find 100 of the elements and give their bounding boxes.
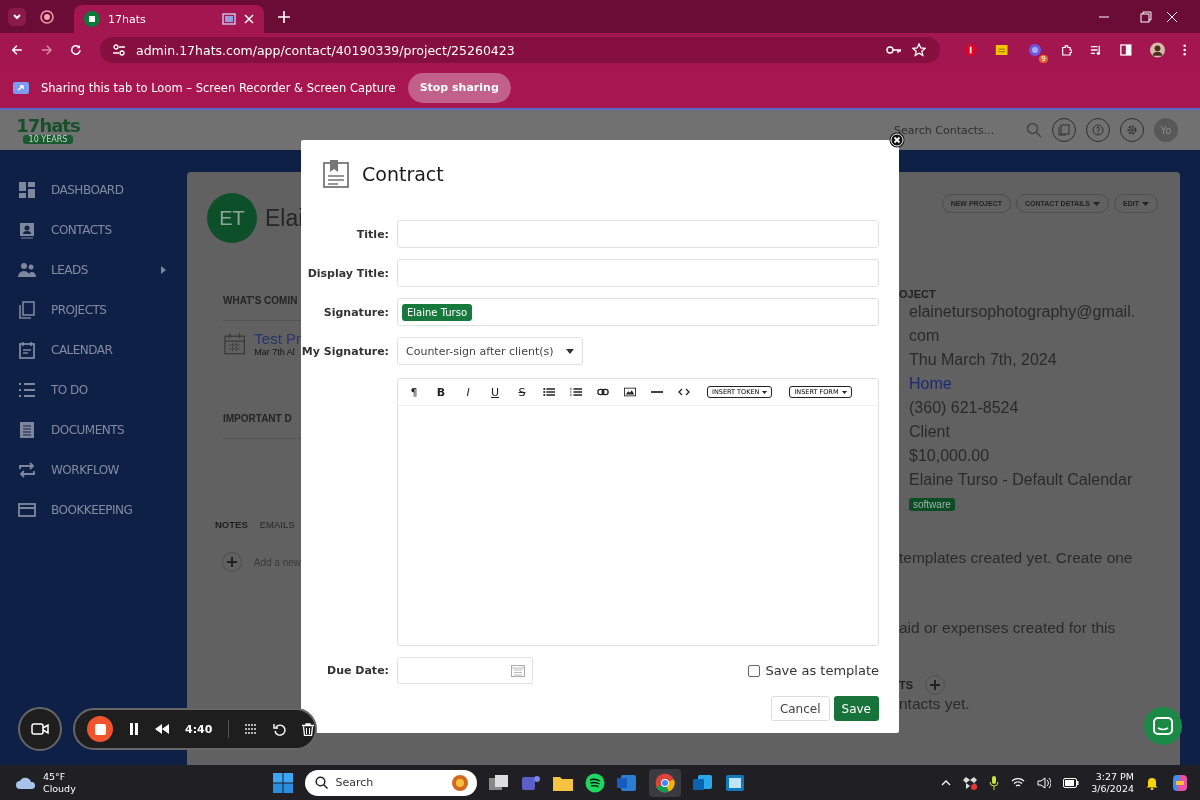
caret-icon [565, 348, 574, 354]
format-button[interactable]: B [435, 385, 447, 399]
browser-tab[interactable]: 17hats [74, 5, 264, 33]
detail-text: (360) 621-8524 [909, 398, 1020, 418]
calculator-app-icon[interactable] [724, 773, 745, 792]
reload-icon[interactable] [70, 43, 82, 57]
bookmark-star-icon[interactable] [912, 43, 926, 57]
restart-icon[interactable] [273, 722, 287, 736]
bell-icon[interactable] [1146, 775, 1158, 790]
video-camera-icon [31, 723, 49, 735]
site-settings-icon[interactable] [112, 43, 126, 57]
dashboard-icon [18, 181, 36, 199]
key-icon[interactable] [886, 44, 902, 56]
contact-avatar: ET [207, 193, 257, 243]
sharing-message: Sharing this tab to Loom – Screen Recorder & Screen Capture [41, 80, 396, 95]
back-icon[interactable] [11, 43, 23, 57]
rewind-icon[interactable] [155, 724, 169, 734]
save-button[interactable]: Save [833, 696, 879, 721]
tab-title: 17hats [108, 12, 147, 26]
format-button[interactable]: U [489, 385, 501, 399]
sidebar-item[interactable]: CONTACTS [0, 210, 187, 250]
signer-chip[interactable]: Elaine Turso [402, 303, 473, 321]
tag: software [909, 498, 955, 511]
pause-icon[interactable] [129, 723, 139, 735]
format-button[interactable]: I [462, 385, 474, 399]
camera-button[interactable] [18, 707, 62, 751]
date-field[interactable] [397, 657, 533, 684]
profile-avatar[interactable] [1149, 41, 1165, 59]
sidebar-item[interactable]: CALENDAR [0, 330, 187, 370]
numbered-list-icon[interactable] [570, 387, 582, 397]
format-button[interactable]: S [516, 385, 528, 399]
restore-icon[interactable] [1140, 10, 1152, 23]
logo[interactable]: 17hats 10 YEARS [16, 116, 80, 144]
checkbox[interactable] [748, 664, 761, 677]
caret-icon [12, 11, 22, 22]
clock-time[interactable]: 3:27 PM [1095, 770, 1134, 783]
calendar-icon [223, 331, 247, 356]
folder-icon[interactable] [552, 774, 573, 791]
pages-icon [18, 301, 36, 319]
word-icon[interactable] [616, 773, 637, 792]
contact-name: Elai [265, 204, 301, 232]
list-icon [18, 381, 36, 399]
site-icon [84, 11, 100, 27]
sidebar-item[interactable]: DASHBOARD [0, 170, 187, 210]
close-icon[interactable] [244, 14, 254, 24]
checkbox-label[interactable]: Save as template [765, 663, 879, 678]
forward-icon[interactable] [40, 43, 53, 57]
search-icon [314, 776, 328, 789]
signature-dropdown[interactable]: Counter-sign after client(s) [397, 337, 583, 365]
detail-text: Client [909, 422, 951, 442]
new-tab-icon[interactable] [278, 10, 290, 23]
chevron-up-icon[interactable] [941, 779, 952, 786]
signer-field[interactable]: Elaine Turso [397, 298, 879, 326]
stop-recording-button[interactable] [87, 716, 113, 742]
cancel-button[interactable]: Cancel [770, 696, 830, 721]
screen-share-icon [222, 13, 236, 25]
sidebar-item[interactable]: PROJECTS [0, 290, 187, 330]
stop-sharing-button[interactable]: Stop sharing [407, 72, 511, 103]
link-icon[interactable] [597, 388, 609, 396]
side-panel-icon[interactable] [1120, 43, 1132, 57]
horizontal-rule-icon[interactable] [651, 390, 663, 394]
format-button[interactable]: ¶ [408, 385, 420, 399]
sidebar-item[interactable]: TO DO [0, 370, 187, 410]
music-app-icon[interactable] [584, 772, 605, 793]
address-bar[interactable]: admin.17hats.com/app/contact/40190339/project/25260423 [100, 37, 940, 63]
sidebar-item[interactable]: BOOKKEEPING [0, 490, 187, 530]
bullet-list-icon[interactable] [543, 387, 555, 397]
section-heading: IMPORTANT D [223, 413, 293, 424]
teams-icon[interactable] [520, 773, 541, 792]
tab-list-button[interactable] [8, 7, 26, 26]
volume-icon[interactable] [1037, 776, 1052, 789]
input-field[interactable] [397, 259, 879, 287]
cloud-icon [15, 775, 37, 790]
pin-extension-icon[interactable] [964, 42, 978, 58]
sidebar-item[interactable]: DOCUMENTS [0, 410, 187, 450]
sidebar-item[interactable]: LEADS [0, 250, 187, 290]
mail-app-icon[interactable] [692, 773, 713, 792]
close-icon[interactable] [889, 132, 905, 148]
start-icon[interactable] [272, 772, 293, 793]
battery-icon[interactable] [1063, 777, 1080, 788]
menu-icon[interactable] [1182, 43, 1186, 57]
close-icon[interactable] [1166, 10, 1178, 23]
dots-grid-icon[interactable] [245, 723, 258, 735]
sidebar-item[interactable]: WORKFLOW [0, 450, 187, 490]
code-icon[interactable] [678, 388, 690, 396]
image-icon[interactable] [624, 387, 636, 397]
input-field[interactable] [397, 220, 879, 248]
copilot-icon[interactable] [1170, 772, 1190, 793]
microphone-icon[interactable] [989, 775, 1000, 790]
wifi-icon[interactable] [1011, 777, 1026, 788]
task-view-icon[interactable] [488, 773, 509, 792]
trash-icon[interactable] [302, 722, 315, 736]
clock-date[interactable]: 3/6/2024 [1091, 782, 1134, 795]
record-icon[interactable] [40, 9, 54, 24]
browser-taskbar-button[interactable] [648, 768, 681, 797]
taskbar-search[interactable]: Search [304, 769, 477, 796]
extensions-icon[interactable] [1060, 43, 1073, 57]
note-extension-icon[interactable] [995, 43, 1009, 57]
media-icon[interactable] [1090, 43, 1102, 57]
url-text: admin.17hats.com/app/contact/40190339/project/25260423 [136, 42, 515, 58]
